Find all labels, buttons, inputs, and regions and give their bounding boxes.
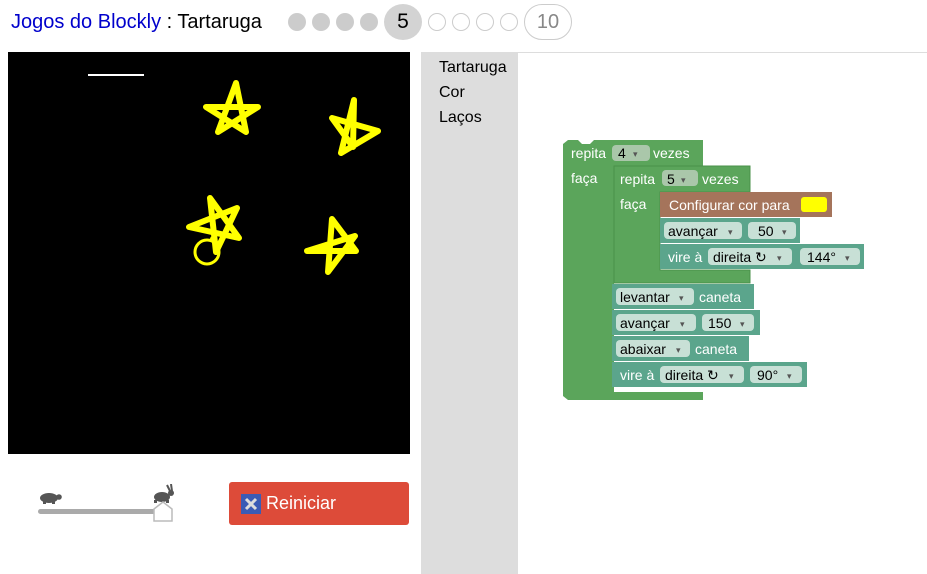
dropdown-arrow-icon: ▾: [681, 175, 686, 185]
turtle-head: [210, 236, 216, 242]
star-4: [304, 216, 359, 275]
set-colour-block[interactable]: Configurar cor para: [660, 192, 832, 217]
turn-block-1[interactable]: vire à direita ↻ ▾ 144° ▾: [660, 244, 864, 269]
pen-up-action[interactable]: levantar: [620, 289, 670, 305]
repeat-inner-do: faça: [620, 196, 647, 212]
reset-icon: [241, 493, 261, 514]
repeat-inner-label: repita: [620, 171, 655, 187]
turtle-canvas: [8, 52, 410, 454]
repeat-inner-count[interactable]: 5: [667, 171, 675, 187]
last-level[interactable]: 10: [524, 4, 572, 40]
turn1-label: vire à: [668, 249, 702, 265]
pen-up-suffix: caneta: [699, 289, 741, 305]
slider-knob: [153, 501, 173, 522]
toolbox-category-loops[interactable]: Laços: [439, 109, 482, 127]
game-name: Tartaruga: [177, 11, 262, 33]
turn2-dir[interactable]: direita ↻: [665, 367, 719, 383]
header: Jogos do Blockly : Tartaruga 5 10: [0, 0, 927, 46]
level-6-dot[interactable]: [428, 13, 446, 31]
slider-track: [38, 509, 164, 514]
speed-slider[interactable]: [30, 483, 190, 526]
pen-down-action[interactable]: abaixar: [620, 341, 666, 357]
turn1-dir[interactable]: direita ↻: [713, 249, 767, 265]
toolbox: Tartaruga Cor Laços: [421, 53, 518, 574]
level-4-dot[interactable]: [360, 13, 378, 31]
repeat-inner-suffix: vezes: [702, 171, 739, 187]
repeat-outer-do: faça: [571, 170, 598, 186]
turn2-label: vire à: [620, 367, 654, 383]
repeat-outer-label: repita: [571, 145, 606, 161]
reset-button[interactable]: Reiniciar: [229, 482, 409, 525]
dropdown-arrow-icon: ▾: [845, 253, 850, 263]
dropdown-arrow-icon: ▾: [728, 227, 733, 237]
toolbox-category-colour[interactable]: Cor: [439, 84, 465, 102]
turn2-value[interactable]: 90°: [757, 367, 778, 383]
dropdown-arrow-icon: ▾: [676, 345, 681, 355]
move1-dir[interactable]: avançar: [668, 223, 718, 239]
level-selector: 5 10: [288, 3, 578, 41]
games-home-link[interactable]: Jogos do Blockly: [11, 11, 161, 33]
rabbit-fast-icon: [154, 483, 174, 503]
pen-up-block[interactable]: levantar ▾ caneta: [612, 284, 754, 309]
level-8-dot[interactable]: [476, 13, 494, 31]
level-7-dot[interactable]: [452, 13, 470, 31]
pen-down-suffix: caneta: [695, 341, 737, 357]
toolbox-category-turtle[interactable]: Tartaruga: [439, 59, 507, 77]
block-workspace[interactable]: repita 4 ▾ vezes faça repita 5 ▾ vezes f…: [518, 53, 927, 574]
dropdown-arrow-icon: ▾: [787, 371, 792, 381]
repeat-outer-count[interactable]: 4: [618, 145, 626, 161]
turtle-slow-icon: [40, 493, 62, 504]
repeat-outer-suffix: vezes: [653, 145, 690, 161]
turn1-value[interactable]: 144°: [807, 249, 836, 265]
pen-down-block[interactable]: abaixar ▾ caneta: [612, 336, 749, 361]
dropdown-arrow-icon: ▾: [777, 253, 782, 263]
dropdown-arrow-icon: ▾: [679, 293, 684, 303]
level-1-dot[interactable]: [288, 13, 306, 31]
dropdown-arrow-icon: ▾: [633, 149, 638, 159]
reset-label: Reiniciar: [266, 493, 337, 513]
set-colour-label: Configurar cor para: [669, 197, 790, 213]
title-separator: :: [161, 11, 178, 33]
star-2: [329, 97, 381, 156]
current-level[interactable]: 5: [384, 4, 422, 40]
move2-value[interactable]: 150: [708, 315, 732, 331]
page-title: Jogos do Blockly : Tartaruga: [11, 11, 262, 34]
level-9-dot[interactable]: [500, 13, 518, 31]
dropdown-arrow-icon: ▾: [680, 319, 685, 329]
move2-dir[interactable]: avançar: [620, 315, 670, 331]
dropdown-arrow-icon: ▾: [782, 227, 787, 237]
move1-value[interactable]: 50: [758, 223, 774, 239]
dropdown-arrow-icon: ▾: [729, 371, 734, 381]
move-forward-block-2[interactable]: avançar ▾ 150 ▾: [612, 310, 760, 335]
level-3-dot[interactable]: [336, 13, 354, 31]
level-2-dot[interactable]: [312, 13, 330, 31]
move-forward-block-1[interactable]: avançar ▾ 50 ▾: [660, 218, 800, 243]
dropdown-arrow-icon: ▾: [740, 319, 745, 329]
turn-block-2[interactable]: vire à direita ↻ ▾ 90° ▾: [612, 362, 807, 387]
colour-swatch[interactable]: [801, 197, 827, 212]
star-1: [203, 80, 261, 135]
